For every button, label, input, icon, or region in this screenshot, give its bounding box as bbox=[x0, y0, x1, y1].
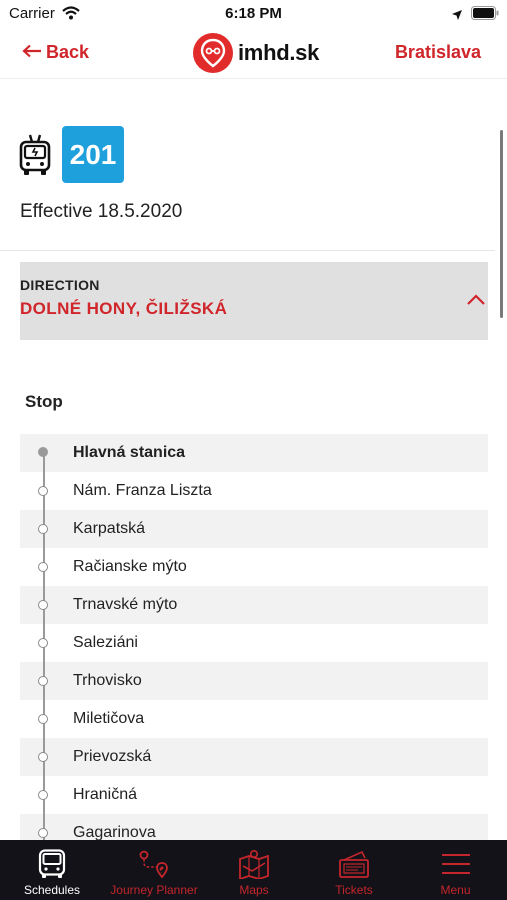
tab-schedules[interactable]: Schedules bbox=[0, 840, 104, 900]
direction-selector[interactable]: DIRECTION DOLNÉ HONY, ČILIŽSKÁ bbox=[20, 262, 488, 340]
stop-name: Trnavské mýto bbox=[73, 596, 178, 613]
tab-tickets[interactable]: Tickets bbox=[304, 840, 404, 900]
bus-icon bbox=[38, 849, 66, 879]
stop-row[interactable]: Hlavná stanica bbox=[20, 434, 488, 472]
stop-dot bbox=[38, 524, 48, 534]
tab-label: Menu bbox=[440, 883, 471, 897]
route-icon bbox=[138, 849, 170, 879]
tab-label: Journey Planner bbox=[110, 883, 198, 897]
line-header: 201 bbox=[18, 126, 124, 183]
back-button[interactable]: Back bbox=[22, 42, 89, 63]
direction-label: DIRECTION bbox=[20, 277, 100, 293]
navbar-divider bbox=[0, 78, 507, 79]
stop-row[interactable]: Račianske mýto bbox=[20, 548, 488, 586]
logo-icon bbox=[193, 33, 233, 73]
stop-name: Hraničná bbox=[73, 786, 138, 803]
tab-bar: Schedules Journey Planner Maps Tickets M… bbox=[0, 840, 507, 900]
line-number-badge: 201 bbox=[62, 126, 124, 183]
effective-date: Effective 18.5.2020 bbox=[20, 201, 183, 222]
logo-text: imhd.sk bbox=[238, 40, 320, 65]
stop-dot bbox=[38, 676, 48, 686]
stop-row[interactable]: Karpatská bbox=[20, 510, 488, 548]
stop-dot bbox=[38, 600, 48, 610]
city-selector-button[interactable]: Bratislava bbox=[395, 42, 481, 63]
back-arrow-icon bbox=[22, 42, 42, 63]
navigation-bar: Back imhd.sk Bratislava bbox=[0, 30, 507, 78]
section-divider bbox=[0, 250, 495, 251]
scrollbar[interactable] bbox=[500, 130, 503, 318]
stop-dot bbox=[38, 828, 48, 838]
stop-dot bbox=[38, 790, 48, 800]
stop-name: Miletičova bbox=[73, 710, 145, 727]
stop-dot bbox=[38, 638, 48, 648]
tab-journey-planner[interactable]: Journey Planner bbox=[104, 840, 204, 900]
tab-label: Schedules bbox=[23, 883, 81, 897]
clock: 6:18 PM bbox=[225, 5, 282, 22]
stop-name: Trhovisko bbox=[73, 672, 142, 689]
ticket-icon bbox=[338, 849, 370, 879]
stop-name: Saleziáni bbox=[73, 634, 138, 651]
stop-dot bbox=[38, 562, 48, 572]
imhd-logo: imhd.sk bbox=[193, 33, 319, 73]
direction-value: DOLNÉ HONY, ČILIŽSKÁ bbox=[20, 299, 228, 318]
stop-dot bbox=[38, 714, 48, 724]
stop-list: Hlavná stanica Nám. Franza Liszta Karpat… bbox=[20, 434, 488, 852]
stop-row[interactable]: Hraničná bbox=[20, 776, 488, 814]
status-bar: Carrier 6:18 PM bbox=[0, 0, 507, 30]
location-arrow-icon bbox=[451, 8, 463, 26]
hamburger-menu-icon bbox=[440, 849, 472, 879]
stop-row[interactable]: Trnavské mýto bbox=[20, 586, 488, 624]
stop-row[interactable]: Prievozská bbox=[20, 738, 488, 776]
tab-maps[interactable]: Maps bbox=[204, 840, 304, 900]
stop-row[interactable]: Saleziáni bbox=[20, 624, 488, 662]
stop-dot bbox=[38, 752, 48, 762]
stops-header: Stop bbox=[25, 392, 63, 411]
stop-name: Račianske mýto bbox=[73, 558, 187, 575]
stop-dot bbox=[38, 486, 48, 496]
stop-row[interactable]: Miletičova bbox=[20, 700, 488, 738]
trolleybus-icon bbox=[18, 129, 52, 181]
stop-row[interactable]: Trhovisko bbox=[20, 662, 488, 700]
tab-label: Maps bbox=[239, 883, 269, 897]
stop-name: Karpatská bbox=[73, 520, 146, 537]
map-icon bbox=[238, 849, 270, 879]
tab-menu[interactable]: Menu bbox=[404, 840, 507, 900]
battery-icon bbox=[471, 6, 499, 25]
tab-label: Tickets bbox=[335, 883, 373, 897]
back-label: Back bbox=[46, 42, 90, 62]
chevron-up-icon bbox=[466, 293, 486, 311]
stop-name: Hlavná stanica bbox=[73, 444, 186, 461]
stop-name: Prievozská bbox=[73, 748, 152, 765]
stop-row[interactable]: Nám. Franza Liszta bbox=[20, 472, 488, 510]
current-stop-dot bbox=[38, 447, 48, 457]
stop-name: Nám. Franza Liszta bbox=[73, 482, 212, 499]
